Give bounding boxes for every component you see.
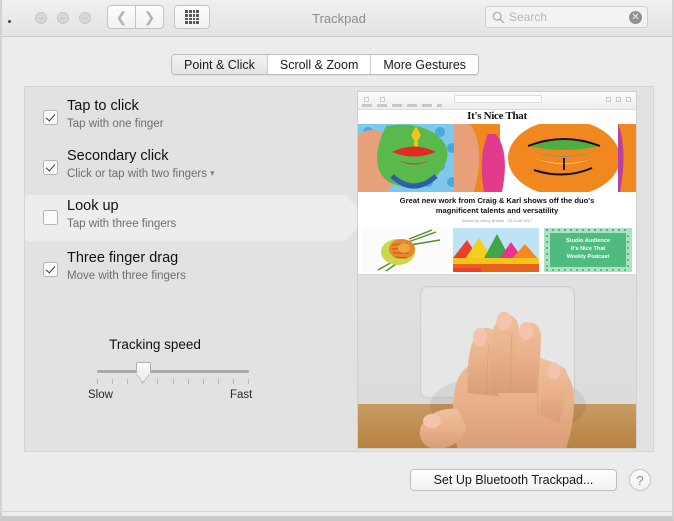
window-titlebar: ❮ ❯ Trackpad Search ✕ xyxy=(2,0,672,37)
hand-illustration xyxy=(419,311,586,448)
tab-scroll-and-zoom[interactable]: Scroll & Zoom xyxy=(267,55,372,74)
question-mark-icon[interactable]: ? xyxy=(629,469,651,491)
preview-website-screenshot: It's Nice That Great new work from Craig… xyxy=(358,92,636,274)
search-input-placeholder[interactable]: Search xyxy=(509,10,547,24)
search-icon xyxy=(492,11,505,24)
tracking-speed-tick xyxy=(97,379,98,384)
podcast-line-1: Studio Audience xyxy=(566,238,610,244)
podcast-line-3: Weekly Podcast xyxy=(566,254,610,260)
option-title-tap-to-click: Tap to click xyxy=(67,98,139,114)
tracking-speed-track[interactable] xyxy=(97,370,249,373)
option-title-three-finger-drag: Three finger drag xyxy=(67,250,179,266)
preferences-content-panel: Tap to click Tap with one finger Seconda… xyxy=(24,86,654,452)
preview-byline: Words by Jenny Brewer · 29 June 2017 xyxy=(461,218,533,223)
system-preferences-window: ❮ ❯ Trackpad Search ✕ Point & Click Scro… xyxy=(0,0,674,521)
tracking-speed-max-label: Fast xyxy=(230,389,253,401)
preference-tab-bar: Point & Click Scroll & Zoom More Gesture… xyxy=(171,54,480,75)
preview-podcast-caption: Studio Audience It's Nice That Weekly Po… xyxy=(552,237,624,261)
option-title-look-up: Look up xyxy=(67,198,119,214)
set-up-bluetooth-trackpad-button[interactable]: Set Up Bluetooth Trackpad... xyxy=(410,469,617,491)
podcast-line-2: It's Nice That xyxy=(570,246,606,252)
tracking-speed-tick xyxy=(172,379,174,384)
tracking-speed-label: Tracking speed xyxy=(109,337,201,352)
preview-hero-artwork xyxy=(358,124,636,192)
tracking-speed-ticks xyxy=(97,379,249,385)
browser-chrome-mock xyxy=(358,92,636,110)
decorative-dot xyxy=(8,20,11,23)
preview-thumbnail-flower xyxy=(362,228,448,272)
preview-thumbnail-podcast: Studio Audience It's Nice That Weekly Po… xyxy=(544,228,632,272)
checkbox-look-up[interactable] xyxy=(43,210,58,225)
option-row-tap-to-click[interactable]: Tap to click Tap with one finger xyxy=(25,95,345,141)
option-row-look-up[interactable]: Look up Tap with three fingers xyxy=(25,195,368,241)
option-title-secondary-click: Secondary click xyxy=(67,148,169,164)
option-row-secondary-click[interactable]: Secondary click Click or tap with two fi… xyxy=(25,145,345,191)
clear-circle-icon[interactable]: ✕ xyxy=(629,11,642,24)
tracking-speed-thumb[interactable] xyxy=(135,362,151,382)
preview-headline: Great new work from Craig & Karl shows o… xyxy=(399,196,595,215)
tracking-speed-tick xyxy=(127,379,129,384)
option-subtitle-tap-to-click: Tap with one finger xyxy=(67,118,164,130)
tracking-speed-tick xyxy=(187,379,189,384)
gesture-preview-video[interactable]: It's Nice That Great new work from Craig… xyxy=(357,91,637,449)
chevron-down-icon[interactable]: ▾ xyxy=(210,170,219,179)
tab-point-and-click[interactable]: Point & Click xyxy=(172,55,268,74)
checkbox-three-finger-drag[interactable] xyxy=(43,262,58,277)
tracking-speed-tick xyxy=(217,379,219,384)
tab-more-gestures[interactable]: More Gestures xyxy=(371,55,479,74)
tracking-speed-tick xyxy=(232,379,234,384)
tracking-speed-tick xyxy=(157,379,159,384)
tracking-speed-min-label: Slow xyxy=(88,389,113,401)
window-bottom-divider xyxy=(2,511,672,512)
preview-site-title: It's Nice That xyxy=(467,110,527,122)
tracking-speed-tick xyxy=(248,379,249,384)
tracking-speed-tick xyxy=(112,379,114,384)
search-field[interactable]: Search ✕ xyxy=(485,6,648,28)
checkbox-secondary-click[interactable] xyxy=(43,160,58,175)
preview-thumbnail-painting xyxy=(453,228,539,272)
option-subtitle-look-up: Tap with three fingers xyxy=(67,218,177,230)
option-subtitle-secondary-click: Click or tap with two fingers xyxy=(67,168,207,180)
option-row-three-finger-drag[interactable]: Three finger drag Move with three finger… xyxy=(25,247,345,293)
option-subtitle-three-finger-drag: Move with three fingers xyxy=(67,270,186,282)
checkbox-tap-to-click[interactable] xyxy=(43,110,58,125)
preview-hand-on-trackpad-photo xyxy=(358,274,636,448)
tracking-speed-tick xyxy=(202,379,204,384)
